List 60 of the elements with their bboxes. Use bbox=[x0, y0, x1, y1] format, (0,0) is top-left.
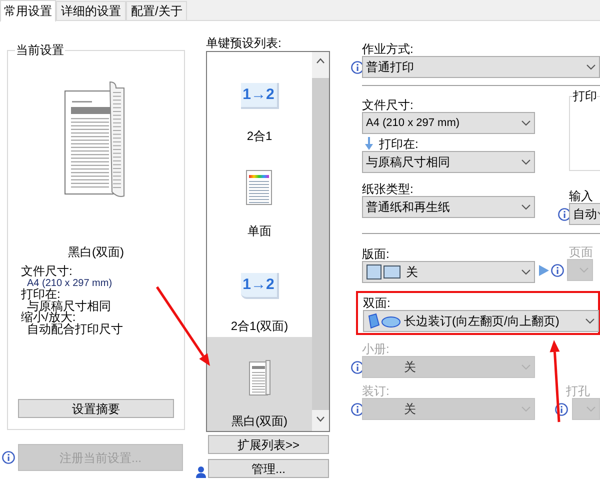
detail-label: 文件尺寸: bbox=[21, 266, 74, 278]
chevron-icon bbox=[521, 204, 531, 210]
chevron-icon bbox=[521, 269, 531, 275]
field-label: 装订: bbox=[362, 384, 390, 398]
field-label: 打印在: bbox=[379, 137, 418, 151]
page-icon bbox=[246, 170, 273, 206]
chevron-icon bbox=[521, 364, 531, 370]
field-label: 作业方式: bbox=[362, 42, 414, 56]
field-label: 纸张类型: bbox=[362, 182, 414, 196]
tab[interactable]: 详细的设置 bbox=[56, 1, 126, 21]
field-label: 页面 bbox=[569, 245, 593, 259]
field-label: 输入 bbox=[569, 189, 594, 203]
detail-value: 自动配合打印尺寸 bbox=[27, 324, 123, 335]
chevron-icon bbox=[585, 318, 595, 324]
chevron-icon bbox=[579, 267, 589, 273]
expand-list-button[interactable]: 扩展列表>> bbox=[208, 435, 329, 454]
pages-icon: 1→2 bbox=[240, 273, 278, 299]
dropdown[interactable]: A4 (210 x 297 mm) bbox=[362, 112, 535, 134]
down-arrow-icon bbox=[365, 137, 373, 150]
tab[interactable]: 常用设置 bbox=[0, 0, 56, 22]
chevron-icon bbox=[586, 64, 596, 70]
detail-label: 缩小/放大: bbox=[21, 312, 76, 324]
manage-button[interactable]: 管理... bbox=[208, 459, 329, 478]
group-title: 打印 bbox=[573, 89, 597, 103]
document-icon bbox=[248, 360, 270, 396]
play-icon bbox=[539, 264, 549, 276]
list-label: 单键预设列表: bbox=[205, 35, 282, 51]
preset-item[interactable]: 黑白(双面) bbox=[207, 337, 312, 431]
dropdown[interactable]: 普通打印 bbox=[362, 56, 600, 78]
user-icon bbox=[196, 466, 206, 478]
dropdown[interactable]: 与原稿尺寸相同 bbox=[362, 151, 535, 173]
dropdown[interactable]: 关 bbox=[362, 261, 535, 283]
chevron-icon bbox=[586, 406, 596, 412]
pages-icon: 1→2 bbox=[240, 83, 278, 109]
field-label: 打孔 bbox=[566, 384, 591, 398]
detail-label: 打印在: bbox=[21, 289, 60, 300]
field-label: 小册: bbox=[362, 342, 390, 356]
preset-item[interactable]: 1→2 2合1(双面) bbox=[207, 242, 312, 337]
layout-icon bbox=[366, 264, 402, 280]
dropdown[interactable]: 自动 bbox=[569, 203, 600, 225]
duplex-icon bbox=[367, 313, 401, 329]
scroll-down-icon bbox=[316, 416, 325, 422]
chevron-icon bbox=[521, 159, 531, 165]
field-label: 版面: bbox=[362, 247, 390, 261]
print-mode-text: 黑白(双面) bbox=[68, 244, 124, 260]
tab[interactable]: 配置/关于 bbox=[126, 1, 188, 21]
detail-value: A4 (210 x 297 mm) bbox=[27, 278, 114, 288]
scroll-up-icon bbox=[316, 58, 325, 64]
preset-item[interactable]: 单面 bbox=[207, 147, 312, 242]
summary-button[interactable]: 设置摘要 bbox=[18, 399, 174, 418]
field-label: 双面: bbox=[363, 296, 392, 310]
preset-item[interactable]: 1→2 2合1 bbox=[207, 52, 312, 147]
chevron-icon bbox=[521, 406, 531, 412]
dropdown[interactable]: 长边装订(向左翻页/向上翻页) bbox=[363, 310, 599, 332]
chevron-icon bbox=[521, 120, 531, 126]
field-label: 文件尺寸: bbox=[362, 98, 414, 112]
info-icon bbox=[2, 451, 15, 464]
dropdown[interactable]: 普通纸和再生纸 bbox=[362, 196, 535, 218]
group-title: 当前设置 bbox=[15, 42, 65, 58]
detail-value: 与原稿尺寸相同 bbox=[27, 300, 112, 312]
